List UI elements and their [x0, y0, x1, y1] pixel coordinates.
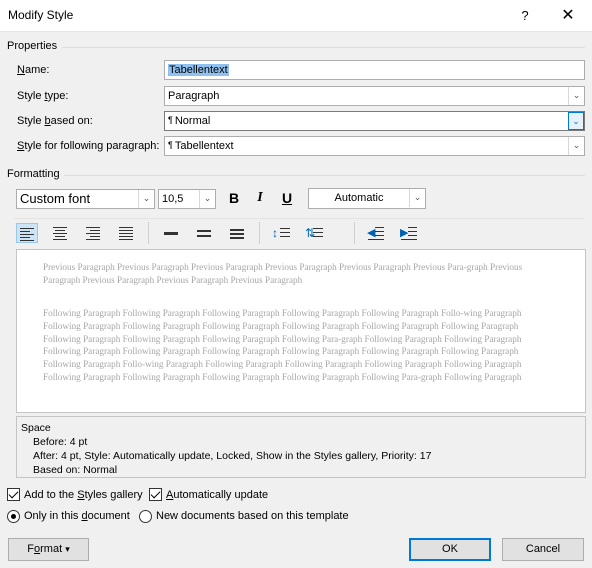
font-color-select[interactable]: Automatic ⌄	[308, 188, 426, 209]
toolbar-divider	[14, 218, 585, 219]
name-label: Name:	[17, 64, 50, 76]
one-half-spacing-icon[interactable]	[193, 223, 215, 243]
italic-button[interactable]: I	[249, 188, 271, 208]
align-left-icon[interactable]	[16, 223, 38, 243]
decrease-indent-icon[interactable]: ◀	[365, 223, 387, 243]
only-this-document-label[interactable]: Only in this document	[24, 510, 130, 522]
name-input[interactable]: Tabellentext	[164, 60, 585, 80]
following-paragraph-select[interactable]: ¶ Tabellentext ⌄	[164, 136, 585, 156]
align-right-icon[interactable]	[82, 223, 104, 243]
paragraph-mark-icon: ¶	[168, 115, 173, 125]
cancel-button[interactable]: Cancel	[502, 538, 584, 561]
chevron-down-icon[interactable]: ⌄	[568, 137, 584, 155]
new-documents-label[interactable]: New documents based on this template	[156, 510, 349, 522]
style-based-on-label: Style based on:	[17, 115, 93, 127]
style-type-label: Style type:	[17, 90, 69, 102]
add-to-gallery-checkbox[interactable]	[7, 488, 20, 501]
auto-update-checkbox[interactable]	[149, 488, 162, 501]
style-description: Space Before: 4 pt After: 4 pt, Style: A…	[16, 416, 586, 478]
underline-button[interactable]: U	[276, 188, 298, 208]
double-spacing-icon[interactable]	[226, 223, 248, 243]
paragraph-mark-icon: ¶	[168, 140, 173, 150]
properties-section-label: Properties	[7, 40, 58, 52]
close-button[interactable]: ✕	[556, 5, 580, 27]
align-center-icon[interactable]	[49, 223, 71, 243]
increase-indent-icon[interactable]: ▶	[398, 223, 420, 243]
only-this-document-radio[interactable]	[7, 510, 20, 523]
single-spacing-icon[interactable]	[160, 223, 182, 243]
add-to-gallery-label[interactable]: Add to the Styles gallery	[24, 489, 143, 501]
style-type-value: Paragraph	[168, 90, 220, 102]
toolbar-separator	[354, 222, 355, 244]
font-select[interactable]: Custom font ⌄	[16, 189, 155, 209]
chevron-down-icon[interactable]: ⌄	[568, 112, 584, 130]
style-based-on-value: Normal	[174, 115, 211, 127]
name-value: Tabellentext	[168, 64, 229, 76]
toolbar-separator	[148, 222, 149, 244]
auto-update-label[interactable]: Automatically update	[166, 489, 268, 501]
following-paragraph-value: Tabellentext	[174, 140, 234, 152]
new-documents-radio[interactable]	[139, 510, 152, 523]
font-color-value: Automatic	[334, 192, 384, 204]
following-paragraph-preview: Following Paragraph Following Paragraph …	[43, 308, 522, 382]
help-button[interactable]: ?	[518, 8, 532, 23]
format-menu-button[interactable]: Format ▾	[8, 538, 89, 561]
chevron-down-icon[interactable]: ⌄	[409, 189, 425, 207]
ok-button[interactable]: OK	[409, 538, 491, 561]
dropdown-arrow-icon: ▾	[65, 544, 70, 554]
chevron-down-icon[interactable]: ⌄	[138, 190, 154, 208]
decrease-paragraph-spacing-icon[interactable]: ⇅	[304, 223, 326, 243]
description-based-on: Based on: Normal	[33, 464, 118, 476]
font-value: Custom font	[20, 191, 91, 206]
font-size-value: 10,5	[162, 193, 184, 205]
style-based-on-select[interactable]: ¶ Normal ⌄	[164, 111, 585, 131]
increase-paragraph-spacing-icon[interactable]: ↕	[271, 223, 293, 243]
description-heading: Space	[21, 422, 51, 434]
font-size-select[interactable]: 10,5 ⌄	[158, 189, 216, 209]
previous-paragraph-preview: Previous Paragraph Previous Paragraph Pr…	[43, 262, 523, 285]
dialog-title: Modify Style	[8, 8, 74, 22]
following-paragraph-label: Style for following paragraph:	[17, 140, 160, 152]
style-preview: Previous Paragraph Previous Paragraph Pr…	[16, 249, 586, 413]
properties-divider	[62, 47, 585, 48]
formatting-section-label: Formatting	[7, 168, 60, 180]
formatting-divider	[64, 175, 585, 176]
description-after: After: 4 pt, Style: Automatically update…	[33, 450, 432, 462]
chevron-down-icon[interactable]: ⌄	[199, 190, 215, 208]
title-bar: Modify Style ? ✕	[0, 0, 592, 32]
description-before: Before: 4 pt	[33, 436, 88, 448]
toolbar-separator	[259, 222, 260, 244]
justify-icon[interactable]	[115, 223, 137, 243]
style-type-select[interactable]: Paragraph ⌄	[164, 86, 585, 106]
bold-button[interactable]: B	[223, 188, 245, 208]
chevron-down-icon[interactable]: ⌄	[568, 87, 584, 105]
